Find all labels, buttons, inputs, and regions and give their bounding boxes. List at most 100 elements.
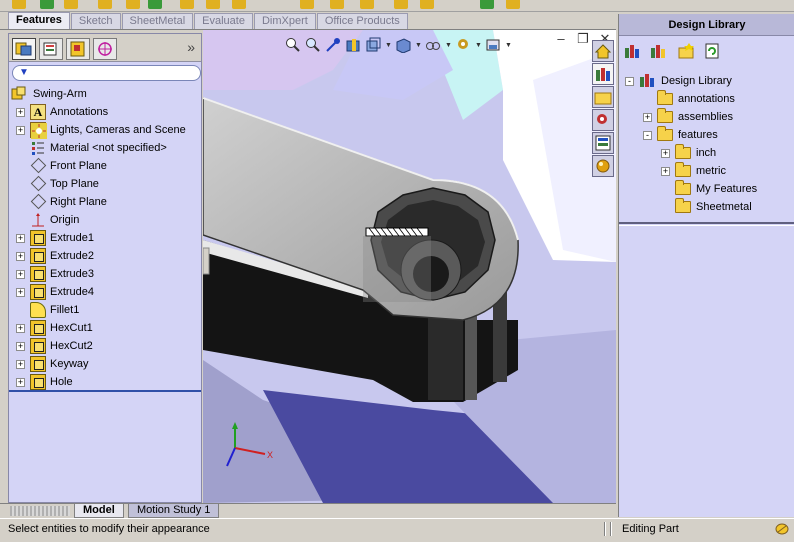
tree-item[interactable]: + Lights, Cameras and Scene — [9, 121, 201, 139]
tree-item[interactable]: + Extrude1 — [9, 229, 201, 247]
file-explorer-tab[interactable] — [592, 86, 614, 108]
search-tab[interactable] — [592, 109, 614, 131]
expand-icon[interactable]: + — [16, 107, 25, 117]
collapse-icon[interactable]: - — [643, 130, 652, 140]
tab-sheetmetal[interactable]: SheetMetal — [121, 13, 194, 29]
feature-manager-tree-tab[interactable] — [12, 38, 36, 60]
toolbar-icon[interactable] — [480, 0, 494, 9]
library-tree-item[interactable]: + inch — [661, 144, 716, 162]
collapse-icon[interactable]: - — [625, 76, 634, 86]
restore-icon[interactable]: ❐ — [576, 32, 590, 46]
toolbar-icon[interactable] — [420, 0, 434, 9]
library-tree-item[interactable]: annotations — [643, 90, 735, 108]
section-view-icon[interactable] — [345, 37, 361, 53]
tab-dimxpert[interactable]: DimXpert — [253, 13, 316, 29]
more-tabs-chevron-icon[interactable]: » — [187, 39, 195, 55]
apply-scene-icon[interactable] — [485, 37, 501, 53]
tab-office-products[interactable]: Office Products — [316, 13, 408, 29]
tab-scroll-grip[interactable] — [10, 506, 70, 516]
toolbar-icon[interactable] — [506, 0, 520, 9]
expand-icon[interactable]: + — [16, 341, 25, 351]
tree-item[interactable]: Material <not specified> — [9, 139, 201, 157]
expand-icon[interactable]: + — [661, 148, 670, 158]
panel-splitter[interactable] — [619, 222, 794, 226]
tree-item[interactable]: + HexCut2 — [9, 337, 201, 355]
toolbar-icon[interactable] — [126, 0, 140, 9]
tree-item[interactable]: Front Plane — [9, 157, 201, 175]
toolbar-icon[interactable] — [206, 0, 220, 9]
quick-tips-icon[interactable] — [775, 523, 789, 535]
library-tree-item[interactable]: + assemblies — [643, 108, 733, 126]
zoom-to-fit-icon[interactable] — [285, 37, 301, 53]
expand-icon[interactable]: + — [16, 359, 25, 369]
tab-evaluate[interactable]: Evaluate — [194, 13, 253, 29]
expand-icon[interactable]: + — [16, 323, 25, 333]
add-file-location-icon[interactable] — [677, 42, 695, 60]
toolbar-icon[interactable] — [98, 0, 112, 9]
library-tree-item[interactable]: My Features — [661, 180, 757, 198]
tab-motion-study-1[interactable]: Motion Study 1 — [128, 504, 220, 518]
feature-filter-input[interactable]: ▼ — [12, 65, 201, 81]
dimxpert-manager-tab[interactable] — [93, 38, 117, 60]
expand-icon[interactable]: + — [16, 233, 25, 243]
dropdown-arrow-icon[interactable]: ▼ — [505, 42, 512, 49]
appearances-tab[interactable] — [592, 155, 614, 177]
tree-item[interactable]: + A Annotations — [9, 103, 201, 121]
expand-icon[interactable]: + — [16, 251, 25, 261]
graphics-viewport[interactable]: X ▼ ▼ ▼ ▼ ▼ – ❐ ✕ — [203, 30, 616, 503]
view-palette-tab[interactable] — [592, 132, 614, 154]
display-style-icon[interactable] — [395, 37, 411, 53]
hide-show-items-icon[interactable] — [425, 37, 441, 53]
toolbar-icon[interactable] — [232, 0, 246, 9]
tree-item[interactable]: + Extrude4 — [9, 283, 201, 301]
toolbar-icon[interactable] — [40, 0, 54, 9]
toolbar-icon[interactable] — [360, 0, 374, 9]
tab-sketch[interactable]: Sketch — [70, 13, 121, 29]
tree-item[interactable]: + Extrude2 — [9, 247, 201, 265]
toolbar-icon[interactable] — [64, 0, 78, 9]
library-tree-item[interactable]: + metric — [661, 162, 726, 180]
property-manager-tab[interactable] — [39, 38, 63, 60]
tab-features[interactable]: Features — [8, 12, 70, 29]
toolbar-icon[interactable] — [330, 0, 344, 9]
tree-item[interactable]: + Extrude3 — [9, 265, 201, 283]
toolbar-icon[interactable] — [148, 0, 162, 9]
expand-icon[interactable]: + — [643, 112, 652, 122]
zoom-to-area-icon[interactable] — [305, 37, 321, 53]
library-tree-item[interactable]: - Design Library — [625, 72, 732, 90]
toolbar-icon[interactable] — [12, 0, 26, 9]
expand-icon[interactable]: + — [16, 377, 25, 387]
previous-view-icon[interactable] — [325, 37, 341, 53]
tree-item[interactable]: Origin — [9, 211, 201, 229]
tree-root-item[interactable]: Swing-Arm — [11, 85, 87, 103]
tree-item[interactable]: Right Plane — [9, 193, 201, 211]
tree-item[interactable]: Top Plane — [9, 175, 201, 193]
library-tree-item[interactable]: Sheetmetal — [661, 198, 752, 216]
expand-icon[interactable]: + — [16, 269, 25, 279]
tree-item[interactable]: + Keyway — [9, 355, 201, 373]
dropdown-arrow-icon[interactable]: ▼ — [445, 42, 452, 49]
library-tree-item[interactable]: - features — [643, 126, 718, 144]
dropdown-arrow-icon[interactable]: ▼ — [475, 42, 482, 49]
expand-icon[interactable]: + — [16, 287, 25, 297]
edit-appearance-icon[interactable] — [455, 37, 471, 53]
solidworks-resources-tab[interactable] — [592, 40, 614, 62]
forward-icon[interactable] — [649, 42, 667, 60]
tree-item[interactable]: + Hole — [9, 373, 201, 391]
tab-model[interactable]: Model — [74, 504, 124, 518]
design-library-tab[interactable] — [592, 63, 614, 85]
dropdown-arrow-icon[interactable]: ▼ — [415, 42, 422, 49]
view-orientation-icon[interactable] — [365, 37, 381, 53]
minimize-icon[interactable]: – — [554, 32, 568, 46]
expand-icon[interactable]: + — [16, 125, 25, 135]
tree-item[interactable]: Fillet1 — [9, 301, 201, 319]
toolbar-icon[interactable] — [300, 0, 314, 9]
toolbar-icon[interactable] — [394, 0, 408, 9]
dropdown-arrow-icon[interactable]: ▼ — [385, 42, 392, 49]
refresh-icon[interactable] — [703, 42, 721, 60]
expand-icon[interactable]: + — [661, 166, 670, 176]
tree-item[interactable]: + HexCut1 — [9, 319, 201, 337]
toolbar-icon[interactable] — [180, 0, 194, 9]
configuration-manager-tab[interactable] — [66, 38, 90, 60]
back-icon[interactable] — [623, 42, 641, 60]
